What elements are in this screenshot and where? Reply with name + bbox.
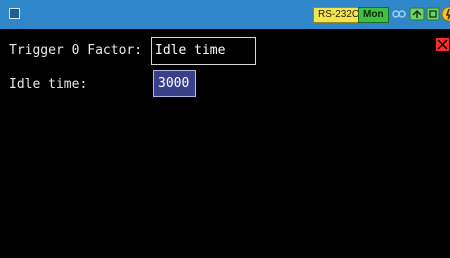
idle-time-field[interactable]: 3000	[153, 70, 196, 97]
link-icon	[392, 10, 406, 18]
monitor-mode-badge: Mon	[358, 7, 389, 23]
close-icon	[437, 39, 448, 50]
lan-icon	[409, 7, 425, 21]
title-bar: RS-232C Mon	[0, 0, 450, 29]
rs232c-badge: RS-232C	[313, 7, 365, 23]
menu-square-icon[interactable]	[9, 8, 20, 19]
card-icon	[426, 7, 440, 21]
trigger-factor-label: Trigger 0 Factor:	[9, 43, 143, 58]
power-icon	[441, 6, 450, 22]
screen: RS-232C Mon Trigger 0 Factor: Idle time …	[0, 0, 450, 258]
close-button[interactable]	[436, 38, 449, 51]
idle-time-label: Idle time:	[9, 77, 88, 92]
trigger-factor-field[interactable]: Idle time	[151, 37, 256, 65]
